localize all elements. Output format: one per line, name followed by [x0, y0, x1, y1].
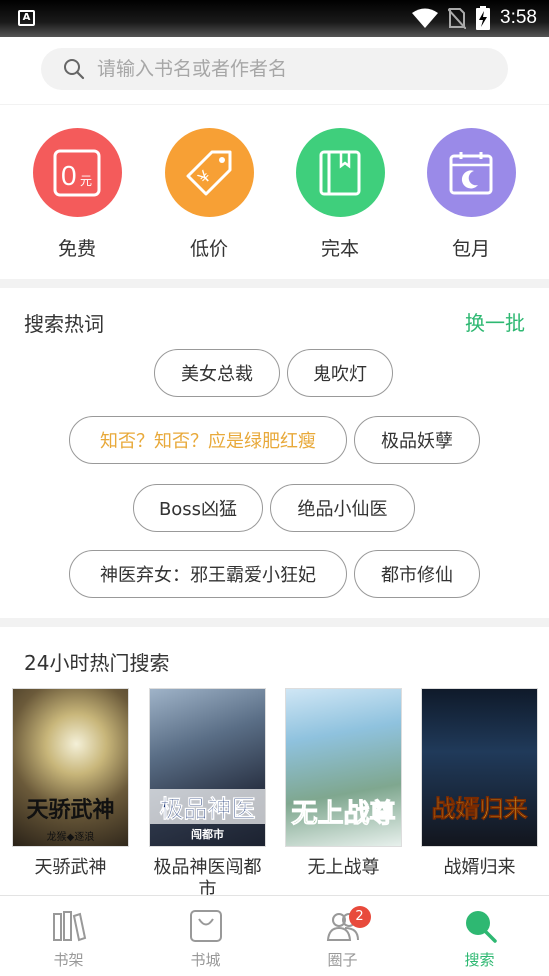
book-item[interactable]: 无上战尊 无上战尊 — [285, 688, 402, 879]
section-title: 搜索热词 — [24, 312, 104, 336]
category-row: 0元 免费 ¥ 低价 完本 包月 — [0, 105, 549, 279]
calendar-moon-icon — [426, 128, 516, 217]
category-low-price[interactable]: ¥ 低价 — [164, 128, 254, 261]
clock: 3:58 — [500, 7, 537, 28]
app-screen: A 3:58 0元 免费 ¥ 低价 — [0, 0, 549, 976]
hot-24h-section: 24小时热门搜索 天骄武神 龙猴◆逐浪 天骄武神 极品神医 闯都市 极品神医闯都… — [0, 627, 549, 895]
book-title: 天骄武神 — [34, 857, 107, 878]
search-header — [0, 37, 549, 104]
cover-title: 无上战尊 — [291, 799, 396, 830]
search-icon — [64, 59, 85, 80]
section-title: 24小时热门搜索 — [24, 651, 170, 675]
bookshelf-icon — [51, 908, 87, 944]
book-cover: 极品神医 闯都市 — [149, 688, 266, 847]
category-label: 完本 — [320, 238, 359, 260]
nav-bookshelf[interactable]: 书架 — [0, 896, 137, 976]
hot-word-chip[interactable]: 知否？知否？应是绿肥红瘦 — [69, 416, 347, 464]
book-title: 极品神医闯都市 — [153, 857, 262, 895]
free-icon: 0元 — [32, 128, 122, 217]
book-item[interactable]: 战婿归来 战婿归来 — [421, 688, 538, 879]
no-sim-icon — [448, 8, 467, 29]
hot-words-section: 搜索热词 换一批 美女总裁 鬼吹灯 知否？知否？应是绿肥红瘦 极品妖孽 Boss… — [0, 288, 549, 618]
wifi-icon — [412, 8, 439, 28]
search-bar[interactable] — [41, 48, 508, 90]
nav-bookstore[interactable]: 书城 — [137, 896, 274, 976]
cover-title: 天骄武神 — [26, 797, 115, 823]
nav-community[interactable]: 2 圈子 — [274, 896, 411, 976]
cover-title: 极品神医 — [150, 789, 265, 824]
book-cover: 战婿归来 — [421, 688, 538, 847]
app-notification-icon: A — [18, 10, 35, 26]
cover-title: 战婿归来 — [431, 795, 528, 824]
book-title: 战婿归来 — [443, 857, 516, 878]
book-cover: 无上战尊 — [285, 688, 402, 847]
svg-text:0: 0 — [61, 160, 77, 191]
category-label: 免费 — [57, 238, 96, 260]
nav-label: 书城 — [190, 951, 221, 969]
community-icon: 2 — [325, 906, 371, 944]
category-monthly[interactable]: 包月 — [426, 128, 516, 261]
category-free[interactable]: 0元 免费 — [32, 128, 122, 261]
battery-charging-icon — [476, 6, 491, 30]
hot-word-chip[interactable]: 绝品小仙医 — [270, 484, 415, 532]
refresh-button[interactable]: 换一批 — [465, 307, 525, 336]
category-complete[interactable]: 完本 — [295, 128, 385, 261]
cover-author: 龙猴◆逐浪 — [46, 832, 95, 843]
category-label: 低价 — [189, 238, 228, 260]
search-input[interactable] — [97, 58, 477, 80]
cover-subtitle: 闯都市 — [191, 828, 224, 841]
search-icon — [462, 908, 498, 944]
hot-word-chip[interactable]: 神医弃女：邪王霸爱小狂妃 — [69, 550, 347, 598]
notification-badge: 2 — [348, 906, 371, 928]
nav-label: 书架 — [53, 951, 84, 969]
nav-label: 圈子 — [327, 951, 358, 969]
book-item[interactable]: 天骄武神 龙猴◆逐浪 天骄武神 — [12, 688, 129, 879]
category-label: 包月 — [451, 238, 490, 260]
price-tag-icon: ¥ — [164, 128, 254, 217]
hot-word-chip[interactable]: 美女总裁 — [154, 349, 280, 397]
bookstore-bag-icon — [188, 908, 224, 944]
hot-word-chip[interactable]: 极品妖孽 — [354, 416, 480, 464]
book-item[interactable]: 极品神医 闯都市 极品神医闯都市 — [149, 688, 266, 895]
status-bar: A 3:58 — [0, 0, 549, 37]
nav-search[interactable]: 搜索 — [411, 896, 548, 976]
nav-label: 搜索 — [464, 951, 495, 969]
hot-word-chip[interactable]: 鬼吹灯 — [287, 349, 393, 397]
status-icons: 3:58 — [412, 6, 537, 30]
bottom-nav: 书架 书城 2 圈子 搜索 — [0, 895, 549, 976]
book-complete-icon — [295, 128, 385, 217]
hot-word-chip[interactable]: Boss凶猛 — [133, 484, 263, 532]
svg-text:元: 元 — [80, 174, 92, 188]
book-cover: 天骄武神 龙猴◆逐浪 — [12, 688, 129, 847]
hot-word-chip[interactable]: 都市修仙 — [354, 550, 480, 598]
book-title: 无上战尊 — [307, 857, 380, 878]
